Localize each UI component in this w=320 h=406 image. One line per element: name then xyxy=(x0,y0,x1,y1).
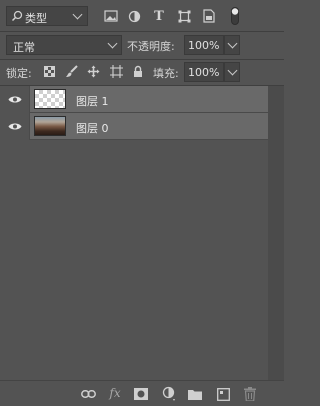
smart-object-filter-icon[interactable] xyxy=(202,9,216,23)
lock-label: 锁定: xyxy=(6,67,32,80)
eye-icon xyxy=(7,121,23,132)
chevron-down-icon xyxy=(227,65,238,76)
blend-mode-dropdown[interactable]: 正常 xyxy=(6,35,122,55)
eye-icon xyxy=(7,94,23,105)
fill-slider-button[interactable] xyxy=(224,62,240,82)
lock-artboard-icon[interactable] xyxy=(109,64,123,78)
layer-name: 图层 0 xyxy=(76,122,109,135)
fill-label: 填充: xyxy=(153,67,179,80)
add-mask-icon[interactable] xyxy=(133,387,149,401)
new-layer-icon[interactable] xyxy=(215,386,231,402)
layer-row-1[interactable]: 图层 1 xyxy=(0,86,268,113)
scrollbar[interactable] xyxy=(268,86,284,380)
new-adjustment-layer-icon[interactable] xyxy=(161,386,177,402)
image-filter-icon[interactable] xyxy=(104,9,118,23)
type-filter-icon[interactable]: T xyxy=(152,9,166,24)
opacity-value: 100% xyxy=(188,39,220,52)
layer-thumbnail xyxy=(34,116,66,136)
fill-value: 100% xyxy=(188,66,220,79)
lock-position-icon[interactable] xyxy=(86,64,100,78)
fill-input[interactable]: 100% xyxy=(184,62,224,82)
divider xyxy=(0,31,284,32)
layer-thumbnail xyxy=(34,89,66,109)
blend-mode-value: 正常 xyxy=(13,41,35,54)
chevron-down-icon xyxy=(227,38,238,49)
opacity-slider-button[interactable] xyxy=(224,35,240,55)
chevron-down-icon xyxy=(107,38,118,49)
new-group-icon[interactable] xyxy=(187,387,203,401)
lock-image-pixels-icon[interactable] xyxy=(64,64,78,78)
filter-kind-label: 类型 xyxy=(25,12,47,25)
shape-filter-icon[interactable] xyxy=(177,9,191,23)
filter-toggle-icon[interactable] xyxy=(230,7,240,25)
fx-icon[interactable]: fx xyxy=(107,386,123,400)
opacity-label: 不透明度: xyxy=(127,40,175,53)
delete-layer-icon[interactable] xyxy=(242,386,258,402)
lock-all-icon[interactable] xyxy=(131,64,145,78)
search-icon xyxy=(11,10,23,22)
visibility-toggle[interactable] xyxy=(0,113,30,140)
lock-transparent-pixels-icon[interactable] xyxy=(42,64,56,78)
adjustment-filter-icon[interactable] xyxy=(127,9,141,23)
layers-bottom-toolbar: fx xyxy=(0,380,284,406)
visibility-toggle[interactable] xyxy=(0,86,30,113)
layer-row-0[interactable]: 图层 0 xyxy=(0,113,268,140)
filter-kind-dropdown[interactable]: 类型 xyxy=(6,6,88,26)
divider xyxy=(0,59,284,60)
opacity-input[interactable]: 100% xyxy=(184,35,224,55)
link-layers-icon[interactable] xyxy=(80,387,96,401)
chevron-down-icon xyxy=(72,9,83,20)
layer-name: 图层 1 xyxy=(76,95,109,108)
